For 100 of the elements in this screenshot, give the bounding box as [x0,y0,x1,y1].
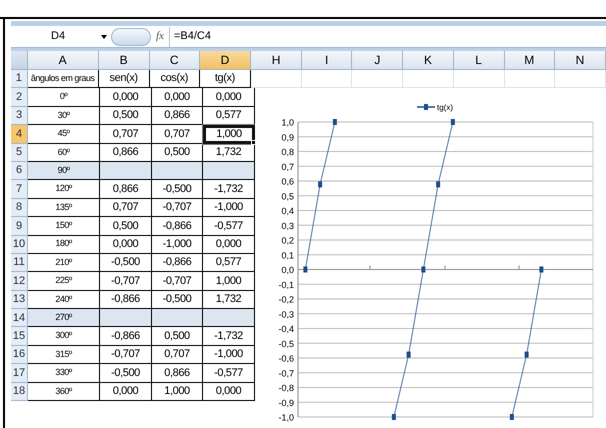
row-header[interactable]: 9 [11,217,28,236]
table-cell[interactable]: -0,707 [152,198,203,218]
y-tick-label: 0,7 [281,162,294,172]
row-header[interactable]: 10 [11,236,28,254]
row-header[interactable]: 16 [11,346,28,364]
y-tick-label: 0,6 [281,176,294,186]
table-cell[interactable]: 210º [28,254,100,272]
column-header[interactable]: J [352,51,404,70]
table-cell[interactable]: -0,707 [100,272,152,291]
table-cell[interactable]: 330º [28,364,100,383]
table-cell[interactable]: cos(x) [150,70,200,88]
table-cell[interactable]: -0,500 [152,180,203,199]
table-cell[interactable] [203,162,255,180]
table-cell[interactable]: 0,000 [100,236,152,254]
table-cell[interactable]: 180º [28,236,100,254]
table-cell[interactable]: tg(x) [200,70,251,88]
row-header[interactable]: 18 [11,382,28,402]
table-cell[interactable]: 0,000 [152,88,203,107]
row-header[interactable]: 6 [11,162,28,180]
table-cell[interactable]: -0,866 [100,327,152,346]
row-header[interactable]: 14 [11,309,28,328]
legend-label: tg(x) [437,103,453,112]
dropdown-caret-icon[interactable] [101,34,107,38]
column-header[interactable]: I [302,51,352,70]
column-header[interactable]: H [250,51,302,70]
table-cell[interactable] [100,309,152,328]
table-cell[interactable]: 0,500 [152,327,203,346]
table-cell[interactable] [203,309,255,328]
table-cell[interactable] [152,162,203,180]
column-header[interactable]: B [98,51,150,70]
table-cell[interactable]: 135º [28,198,100,218]
data-point [539,266,544,272]
table-cell[interactable]: 1,000 [152,382,203,402]
table-cell[interactable]: 0,500 [100,106,152,126]
table-cell[interactable]: 1,000 [203,125,255,144]
table-cell[interactable]: 225º [28,272,100,291]
table-cell[interactable]: 0,000 [100,88,152,107]
column-header[interactable]: K [403,51,454,70]
table-cell[interactable]: -0,866 [152,254,203,272]
row-header[interactable]: 3 [11,106,28,126]
column-header[interactable]: L [454,51,505,70]
table-cell[interactable]: -0,707 [152,272,203,291]
formula-bar-divider-handle[interactable] [111,28,151,46]
name-box[interactable]: D4 [11,26,101,46]
table-cell[interactable] [152,309,203,328]
table-cell[interactable] [100,162,152,180]
table-cell[interactable]: 270º [28,309,100,328]
row-header[interactable]: 15 [11,327,28,346]
row-header[interactable]: 8 [11,198,28,218]
row-header[interactable]: 4 [11,125,28,144]
table-cell[interactable]: sen(x) [98,70,150,88]
table-cell[interactable]: 360º [28,382,100,402]
row-header[interactable]: 2 [11,88,28,107]
row-header[interactable]: 17 [11,364,28,383]
table-cell[interactable]: 315º [28,346,100,364]
select-all-button[interactable] [11,51,28,70]
row-header[interactable]: 13 [11,290,28,310]
table-cell[interactable]: 45º [28,125,100,144]
column-header[interactable]: D [200,51,251,70]
table-cell[interactable]: 90º [28,162,100,180]
table-cell[interactable]: -0,707 [100,346,152,364]
formula-field[interactable]: =B4/C4 [168,26,606,46]
table-cell[interactable]: ângulos em graus [28,70,99,88]
row-header[interactable]: 12 [11,272,28,291]
data-point [406,352,411,358]
y-tick-label: 0,9 [281,132,294,142]
table-cell[interactable]: 30º [28,106,100,126]
data-point [303,266,308,272]
table-cell[interactable]: 0,707 [100,198,152,218]
row-header[interactable]: 11 [11,254,28,272]
table-cell[interactable]: 0,500 [100,217,152,236]
row-header[interactable]: 7 [11,180,28,199]
y-tick-label: 0,0 [281,265,294,275]
insert-function-button[interactable]: fx [151,28,169,45]
table-cell[interactable]: 0,707 [100,125,152,144]
row-header[interactable]: 5 [11,144,28,162]
y-tick-label: 0,2 [281,236,294,246]
table-cell[interactable]: 120º [28,180,100,199]
table-cell[interactable]: -0,500 [100,364,152,383]
table-cell[interactable]: 0,707 [152,346,203,364]
y-tick-label: -0,8 [278,383,294,393]
data-point [421,266,426,272]
table-cell[interactable]: 150º [28,217,100,236]
table-cell[interactable]: 0,866 [152,364,203,383]
column-header[interactable]: A [28,51,99,70]
y-tick-label: -0,2 [278,294,294,304]
table-cell[interactable]: 0,866 [152,106,203,126]
table-cell[interactable]: 300º [28,327,100,346]
table-cell[interactable]: 0,866 [100,180,152,199]
y-tick-label: 0,3 [281,220,294,231]
column-header[interactable]: M [504,51,555,70]
row-header[interactable]: 1 [11,70,28,88]
column-header[interactable]: C [150,51,200,70]
table-cell[interactable]: -0,500 [100,254,152,272]
legend-marker-icon [417,104,435,110]
table-cell[interactable]: -1,000 [152,236,203,254]
table-cell[interactable]: 0º [28,88,100,107]
table-cell[interactable]: 0,000 [100,382,152,402]
column-header[interactable]: N [554,51,606,70]
table-cell[interactable]: -0,866 [152,217,203,236]
